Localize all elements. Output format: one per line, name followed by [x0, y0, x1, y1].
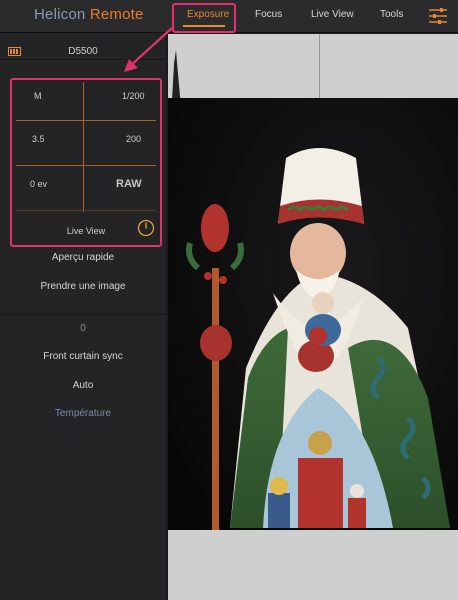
grid-divider-vertical — [83, 82, 84, 212]
grid-divider — [16, 210, 156, 211]
tab-highlight-box — [172, 3, 236, 33]
take-picture-button[interactable]: Prendre une image — [0, 281, 166, 292]
top-bar: Helicon Remote Exposure Focus Live View … — [0, 0, 458, 33]
image-format[interactable]: RAW — [116, 178, 142, 190]
left-panel: D5500 M 1/200 3.5 200 0 ev RAW Live View… — [0, 33, 166, 600]
bottom-bar — [168, 530, 458, 600]
histogram-area — [320, 34, 458, 98]
santa-figurine-image — [168, 98, 458, 530]
exposure-grid-highlight: M 1/200 3.5 200 0 ev RAW Live View — [10, 78, 162, 247]
shutter-speed[interactable]: 1/200 — [122, 91, 145, 101]
aperture-value[interactable]: 3.5 — [32, 134, 45, 144]
setting-value: 0 — [80, 323, 86, 334]
tab-focus[interactable]: Focus — [255, 9, 282, 20]
grid-divider — [16, 120, 156, 121]
quick-preview-button[interactable]: Aperçu rapide — [0, 252, 166, 263]
flash-mode-setting[interactable]: Front curtain sync — [0, 351, 166, 362]
temperature-setting[interactable]: Température — [0, 408, 166, 419]
brand-remote: Remote — [89, 6, 144, 23]
tab-tools[interactable]: Tools — [380, 9, 403, 20]
iso-value[interactable]: 200 — [126, 134, 141, 144]
app-brand: Helicon Remote — [34, 6, 144, 23]
exposure-mode[interactable]: M — [34, 91, 42, 101]
live-view-image[interactable] — [168, 98, 458, 530]
settings-sliders-icon[interactable] — [428, 7, 448, 25]
exposure-grid: M 1/200 3.5 200 0 ev RAW Live View — [12, 80, 160, 245]
grid-divider — [16, 165, 156, 166]
white-balance-setting[interactable]: Auto — [0, 380, 166, 391]
exposure-compensation[interactable]: 0 ev — [30, 179, 47, 189]
power-icon[interactable] — [136, 218, 156, 238]
brand-helicon: Helicon — [34, 6, 86, 23]
tab-live-view[interactable]: Live View — [311, 9, 354, 20]
divider — [0, 314, 166, 315]
